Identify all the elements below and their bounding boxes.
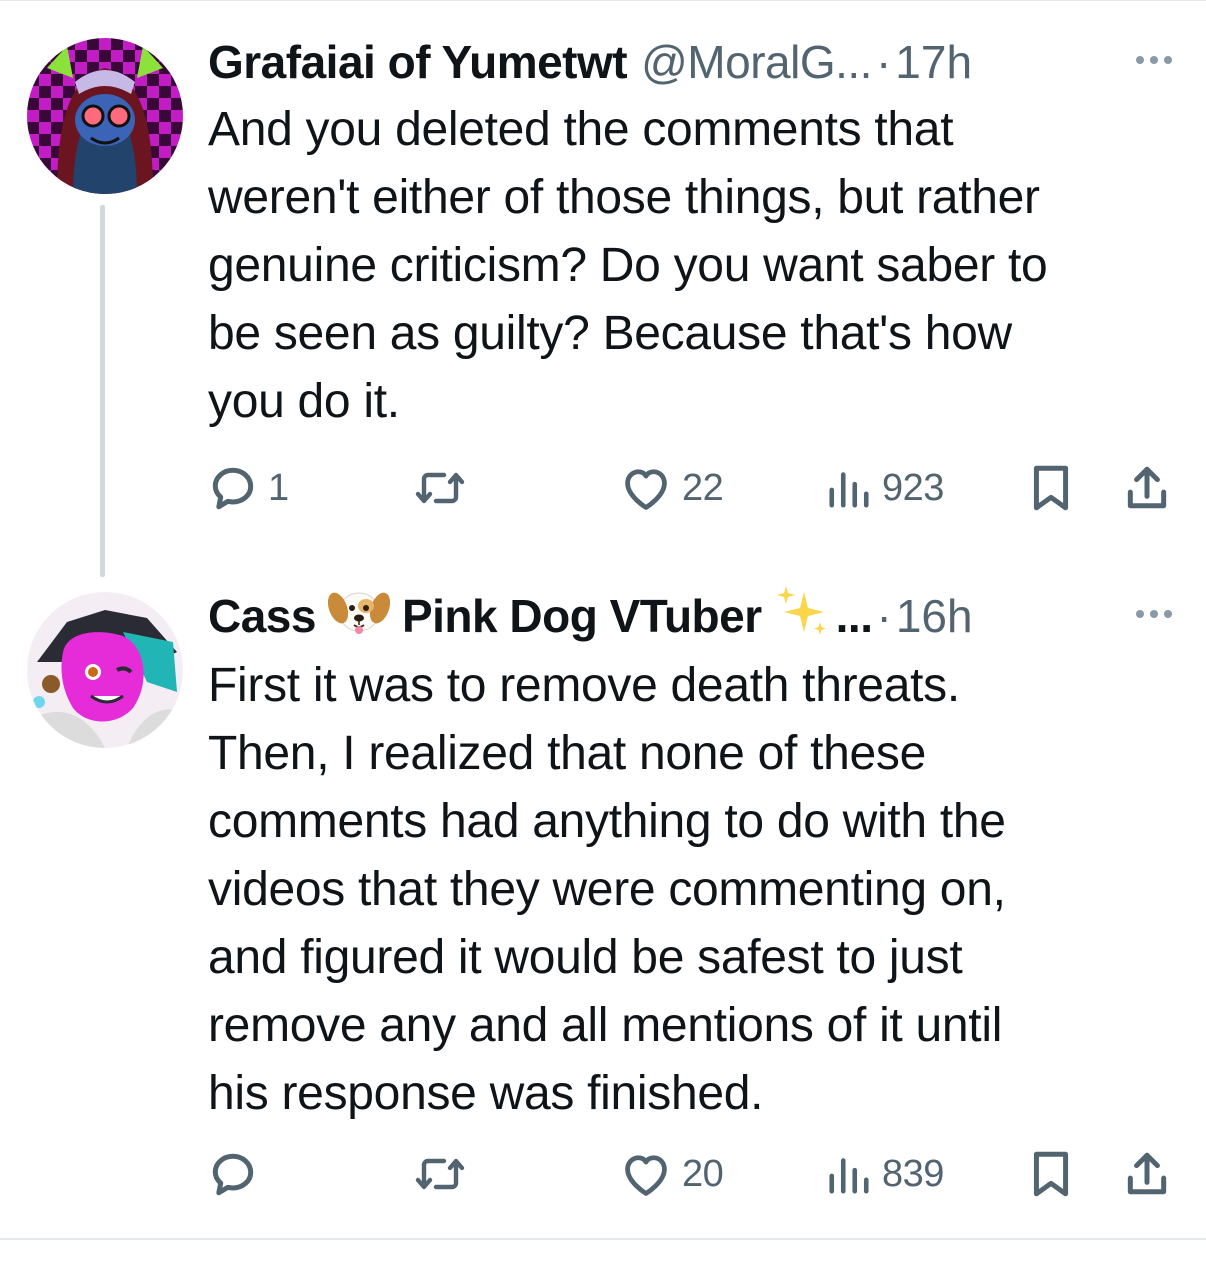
avatar[interactable]	[27, 592, 183, 748]
views-button[interactable]: 923	[826, 458, 944, 518]
share-button[interactable]	[1124, 1144, 1170, 1204]
avatar[interactable]	[27, 38, 183, 194]
bookmark-icon	[1033, 465, 1069, 511]
retweet-button[interactable]	[412, 458, 468, 518]
dog-face-emoji	[327, 584, 391, 648]
reply-icon	[212, 467, 254, 510]
tweet-header: Cass Pink Dog VTuber ... · 16h	[208, 586, 1166, 644]
share-icon	[1127, 1152, 1167, 1195]
display-name-part2[interactable]: Pink Dog VTuber	[402, 588, 762, 644]
like-button[interactable]: 22	[620, 458, 724, 518]
reply-count: 1	[268, 466, 289, 509]
share-button[interactable]	[1124, 458, 1170, 518]
retweet-icon	[415, 472, 465, 504]
sparkles-emoji	[774, 584, 830, 648]
tweet[interactable]: Cass Pink Dog VTuber ... · 16h First it …	[0, 560, 1206, 1238]
retweet-icon	[415, 1158, 465, 1190]
thread-line	[100, 205, 105, 577]
like-button[interactable]: 20	[620, 1144, 724, 1204]
reply-button[interactable]: 1	[208, 458, 289, 518]
action-bar: 20 839	[0, 1144, 1206, 1204]
retweet-button[interactable]	[412, 1144, 468, 1204]
reply-button[interactable]	[208, 1144, 268, 1204]
name-truncation: ...	[835, 590, 873, 642]
views-count: 923	[882, 466, 944, 509]
display-name[interactable]: Grafaiai of Yumetwt	[208, 34, 628, 90]
bookmark-icon	[1033, 1151, 1069, 1197]
views-button[interactable]: 839	[826, 1144, 944, 1204]
user-handle[interactable]: @MoralG...	[641, 34, 872, 90]
like-count: 22	[682, 466, 724, 509]
separator-dot: ·	[875, 36, 892, 88]
tweet-text: And you deleted the comments that weren'…	[208, 103, 1048, 428]
more-icon[interactable]	[1136, 610, 1172, 618]
share-icon	[1127, 466, 1167, 509]
action-bar: 1 22 923	[0, 458, 1206, 518]
tweet-text: First it was to remove death threats. Th…	[208, 659, 1006, 1120]
more-icon[interactable]	[1136, 56, 1172, 64]
like-icon	[625, 1155, 667, 1196]
separator-dot: ·	[876, 590, 892, 642]
tweet-header: Grafaiai of Yumetwt @MoralG... · 17h	[208, 34, 1166, 90]
views-count: 839	[882, 1152, 944, 1195]
views-icon	[829, 472, 869, 508]
timestamp[interactable]: 16h	[896, 588, 973, 644]
bookmark-button[interactable]	[1030, 1144, 1072, 1204]
bookmark-button[interactable]	[1030, 458, 1072, 518]
views-icon	[829, 1158, 869, 1194]
display-name-part1[interactable]: Cass	[208, 588, 316, 644]
like-count: 20	[682, 1152, 724, 1195]
bottom-divider	[0, 1238, 1206, 1240]
like-icon	[625, 469, 667, 510]
tweet[interactable]: Grafaiai of Yumetwt @MoralG... · 17h And…	[0, 0, 1206, 577]
reply-icon	[212, 1153, 254, 1196]
timestamp[interactable]: 17h	[895, 34, 972, 90]
